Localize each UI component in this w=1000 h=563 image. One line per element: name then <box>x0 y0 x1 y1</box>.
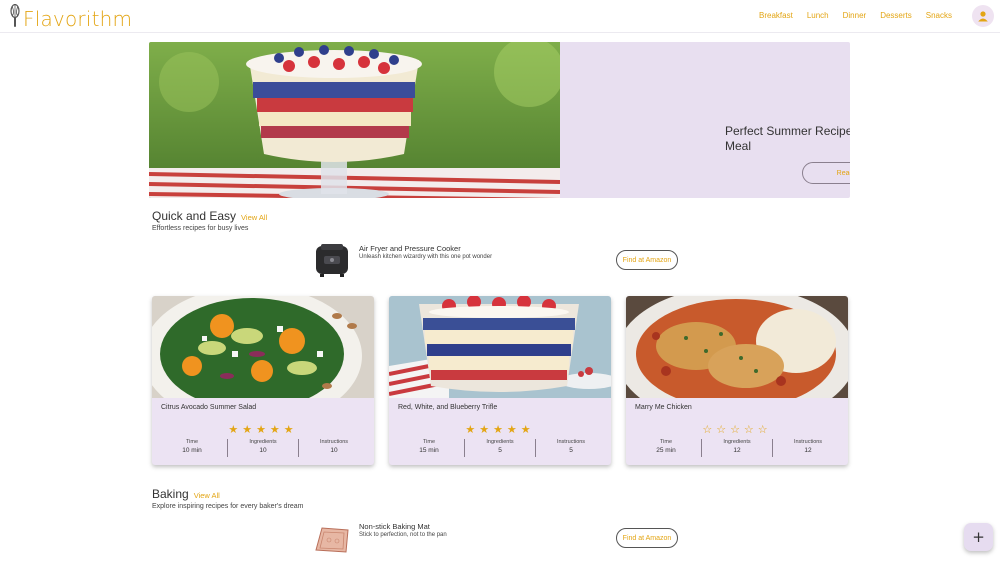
recipe-title: Marry Me Chicken <box>635 404 692 411</box>
meta-time: Time 25 min <box>631 439 702 457</box>
meta-ingredients: Ingredients 5 <box>465 439 536 457</box>
star-rating: ★★★★★ <box>228 424 298 436</box>
user-avatar-icon <box>978 11 988 22</box>
meta-ingredients: Ingredients 12 <box>702 439 773 457</box>
meta-instructions: Instructions 5 <box>536 439 606 457</box>
meta-time: Time 15 min <box>394 439 465 457</box>
meta-label: Instructions <box>556 439 586 445</box>
meta-instructions: Instructions 10 <box>299 439 369 457</box>
plus-icon: + <box>972 528 985 546</box>
meta-label: Ingredients <box>249 439 277 445</box>
view-all-link[interactable]: View All <box>241 213 267 222</box>
meta-label: Instructions <box>319 439 349 445</box>
air-fryer-image[interactable] <box>312 242 352 278</box>
section-title: Baking <box>152 487 189 501</box>
meta-label: Time <box>422 439 436 445</box>
recipe-card[interactable]: Red, White, and Blueberry Trifle ★★★★★ T… <box>389 296 611 465</box>
find-at-amazon-button[interactable]: Find at Amazon <box>616 528 678 548</box>
promo-description: Unleash kitchen wizardry with this one p… <box>359 254 493 260</box>
star-rating: ☆☆☆☆☆ <box>702 424 772 436</box>
section-subtitle: Explore inspiring recipes for every bake… <box>152 503 304 510</box>
meta-time: Time 10 min <box>157 439 228 457</box>
hero-title: Perfect Summer Recipes: A Refreshing 3-C… <box>725 124 850 153</box>
section-title: Quick and Easy <box>152 209 237 223</box>
add-recipe-button[interactable]: + <box>964 523 993 551</box>
promo-title: Non-stick Baking Mat <box>359 522 430 531</box>
meta-value: 10 <box>330 447 338 454</box>
promo-baking-mat: Non-stick Baking Mat Stick to perfection… <box>312 520 572 556</box>
promo-air-fryer: Air Fryer and Pressure Cooker Unleash ki… <box>312 242 572 278</box>
section-quick-easy-header: Quick and Easy View All <box>152 209 267 223</box>
hero-trifle-image[interactable] <box>149 42 560 198</box>
promo-title: Air Fryer and Pressure Cooker <box>359 244 461 253</box>
meta-value: 15 min <box>419 447 439 454</box>
nav-desserts[interactable]: Desserts <box>880 11 912 20</box>
recipe-meta: Time 10 min Ingredients 10 Instructions … <box>157 439 369 457</box>
user-avatar[interactable] <box>972 5 994 27</box>
meta-value: 12 <box>733 447 741 454</box>
star-rating: ★★★★★ <box>465 424 535 436</box>
recipe-title: Citrus Avocado Summer Salad <box>161 404 257 411</box>
meta-value: 5 <box>498 447 502 454</box>
recipe-meta: Time 25 min Ingredients 12 Instructions … <box>631 439 843 457</box>
meta-value: 25 min <box>656 447 676 454</box>
section-subtitle: Effortless recipes for busy lives <box>152 225 249 232</box>
read-more-button[interactable]: Read More <box>802 162 850 184</box>
recipe-image-chicken <box>626 296 848 398</box>
meta-value: 5 <box>569 447 573 454</box>
logo[interactable]: Flavorithm <box>10 3 133 33</box>
recipe-image-trifle <box>389 296 611 398</box>
main-nav: Breakfast Lunch Dinner Desserts Snacks <box>759 11 952 20</box>
recipe-image-salad <box>152 296 374 398</box>
nav-breakfast[interactable]: Breakfast <box>759 11 793 20</box>
meta-ingredients: Ingredients 10 <box>228 439 299 457</box>
hero-banner: Perfect Summer Recipes: A Refreshing 3-C… <box>149 42 850 198</box>
meta-value: 10 min <box>182 447 202 454</box>
meta-instructions: Instructions 12 <box>773 439 843 457</box>
find-at-amazon-button[interactable]: Find at Amazon <box>616 250 678 270</box>
nav-snacks[interactable]: Snacks <box>926 11 952 20</box>
recipe-card[interactable]: Marry Me Chicken ☆☆☆☆☆ Time 25 min Ingre… <box>626 296 848 465</box>
recipe-title: Red, White, and Blueberry Trifle <box>398 404 498 411</box>
promo-description: Stick to perfection, not to the pan <box>359 532 447 538</box>
whisk-icon <box>10 3 20 33</box>
logo-text: Flavorithm <box>23 6 133 31</box>
meta-label: Time <box>185 439 199 445</box>
meta-label: Ingredients <box>723 439 751 445</box>
meta-value: 10 <box>259 447 267 454</box>
nav-dinner[interactable]: Dinner <box>843 11 867 20</box>
recipe-card[interactable]: Citrus Avocado Summer Salad ★★★★★ Time 1… <box>152 296 374 465</box>
section-baking-header: Baking View All <box>152 487 220 501</box>
meta-value: 12 <box>804 447 812 454</box>
nav-lunch[interactable]: Lunch <box>807 11 829 20</box>
meta-label: Instructions <box>793 439 823 445</box>
recipe-meta: Time 15 min Ingredients 5 Instructions 5 <box>394 439 606 457</box>
meta-label: Ingredients <box>486 439 514 445</box>
meta-label: Time <box>659 439 673 445</box>
top-header: Flavorithm Breakfast Lunch Dinner Desser… <box>0 0 1000 33</box>
baking-mat-image[interactable] <box>312 520 352 556</box>
view-all-link[interactable]: View All <box>194 491 220 500</box>
